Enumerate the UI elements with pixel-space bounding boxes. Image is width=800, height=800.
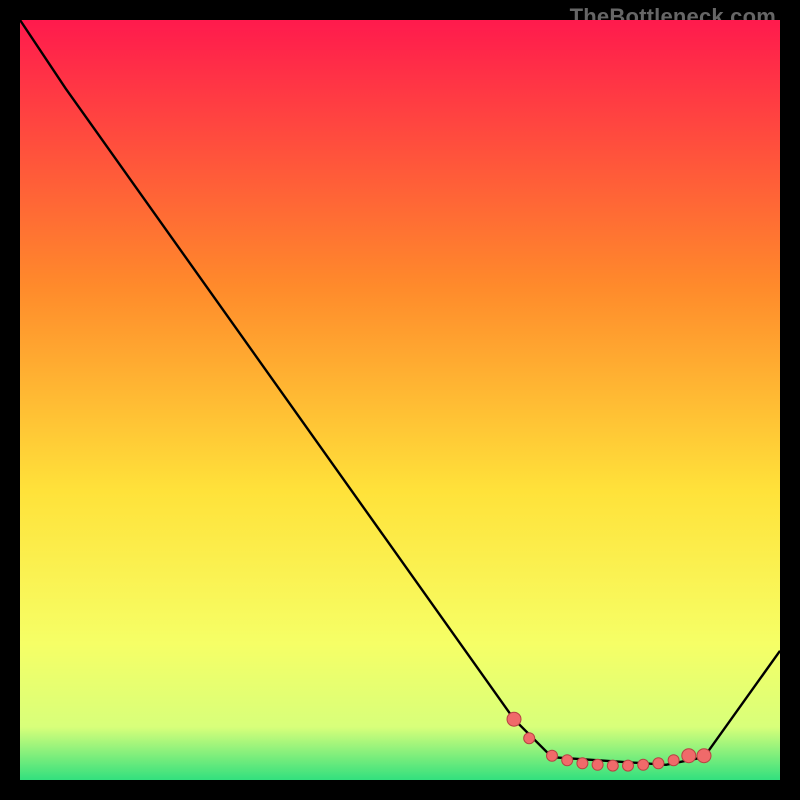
curve-marker (682, 749, 696, 763)
chart-svg (20, 20, 780, 780)
plot-area (20, 20, 780, 780)
curve-marker (653, 758, 664, 769)
curve-marker (507, 712, 521, 726)
curve-marker (562, 755, 573, 766)
curve-marker (592, 759, 603, 770)
curve-marker (668, 755, 679, 766)
curve-marker (638, 759, 649, 770)
gradient-bg (20, 20, 780, 780)
curve-marker (697, 749, 711, 763)
curve-marker (524, 733, 535, 744)
chart-frame: TheBottleneck.com (0, 0, 800, 800)
curve-marker (547, 750, 558, 761)
curve-marker (607, 760, 618, 771)
curve-marker (577, 758, 588, 769)
curve-marker (623, 760, 634, 771)
